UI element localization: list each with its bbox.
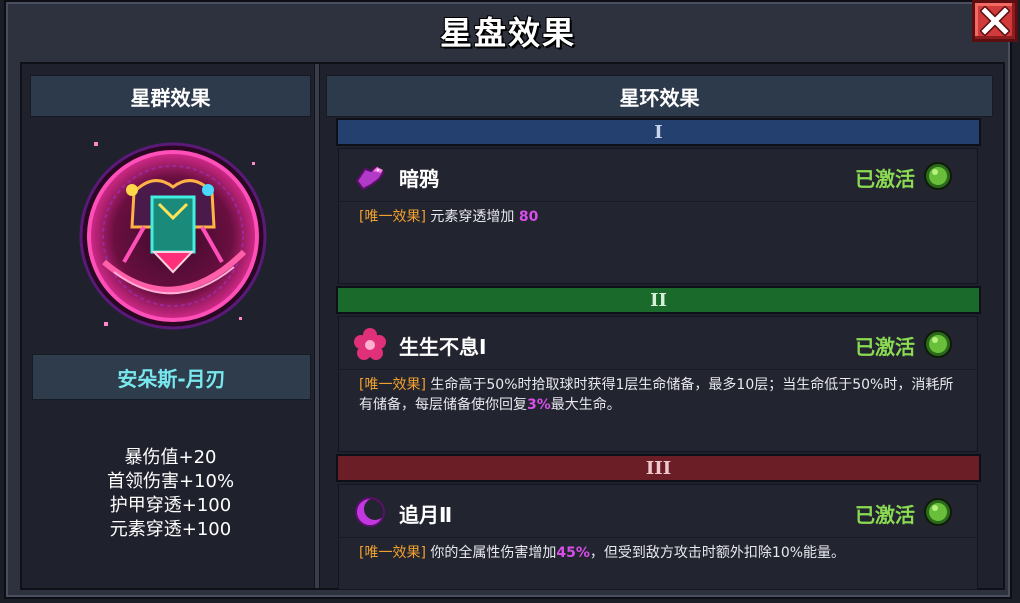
effect-card-header: 生生不息Ⅰ 已激活 [339, 317, 977, 370]
close-x-icon [980, 6, 1010, 36]
effect-status: 已激活 [855, 167, 915, 191]
effect-name: 追月Ⅱ [399, 503, 453, 527]
desc-text: 元素穿透增加 [425, 209, 519, 225]
desc-text: 最大生命。 [550, 397, 621, 413]
effect-card-header: 暗鸦 已激活 [339, 149, 977, 202]
unique-effect-tag: [唯一效果] [359, 209, 426, 225]
desc-text: 生命高于50%时拾取球时获得1层生命储备，最多10层；当生命低于50%时，消耗所… [359, 377, 954, 413]
crow-icon [355, 165, 385, 191]
tier-3-bar: III [336, 454, 981, 482]
effect-status: 已激活 [855, 335, 915, 359]
constellation-effect-header: 星群效果 [30, 75, 311, 117]
effect-card-tier-1: 暗鸦 已激活 [唯一效果] 元素穿透增加 80 [338, 148, 978, 284]
desc-text: ，但受到敌方攻击时额外扣除10%能量。 [589, 545, 846, 561]
constellation-emblem-icon [79, 142, 267, 330]
effect-name: 暗鸦 [399, 167, 439, 191]
effect-card-tier-3: 追月Ⅱ 已激活 [唯一效果] 你的全属性伤害增加45%，但受到敌方攻击时额外扣除… [338, 484, 978, 590]
active-gem-icon [924, 162, 952, 190]
desc-highlight: 45% [556, 545, 590, 561]
tier-1-bar: I [336, 118, 981, 146]
constellation-stats: 暴伤值+20 首领伤害+10% 护甲穿透+100 元素穿透+100 [32, 446, 309, 542]
close-button[interactable] [972, 0, 1018, 42]
flower-icon [354, 328, 386, 360]
stat-line: 首领伤害+10% [106, 471, 235, 492]
dialog-title-bar: 星盘效果 [8, 4, 1008, 58]
desc-highlight: 80 [518, 209, 539, 225]
panel-divider [314, 64, 320, 588]
dialog-title: 星盘效果 [439, 14, 576, 52]
effect-description: [唯一效果] 你的全属性伤害增加45%，但受到敌方攻击时额外扣除10%能量。 [359, 543, 959, 563]
stat-line: 暴伤值+20 [124, 447, 217, 468]
active-gem-icon [924, 330, 952, 358]
unique-effect-tag: [唯一效果] [359, 377, 426, 393]
desc-highlight: 3% [527, 397, 551, 413]
ring-effect-header: 星环效果 [326, 75, 993, 117]
effect-description: [唯一效果] 生命高于50%时拾取球时获得1层生命储备，最多10层；当生命低于5… [359, 375, 959, 415]
effect-card-header: 追月Ⅱ 已激活 [339, 485, 977, 538]
constellation-name-plate: 安朵斯-月刃 [32, 354, 311, 400]
stat-line: 护甲穿透+100 [109, 495, 232, 516]
effect-card-tier-2: 生生不息Ⅰ 已激活 [唯一效果] 生命高于50%时拾取球时获得1层生命储备，最多… [338, 316, 978, 452]
effect-description: [唯一效果] 元素穿透增加 80 [359, 207, 959, 227]
active-gem-icon [924, 498, 952, 526]
crescent-moon-icon [355, 497, 386, 527]
effect-status: 已激活 [855, 503, 915, 527]
stat-line: 元素穿透+100 [109, 519, 232, 540]
desc-text: 你的全属性伤害增加 [425, 545, 557, 561]
effect-name: 生生不息Ⅰ [399, 335, 487, 359]
tier-2-bar: II [336, 286, 981, 314]
unique-effect-tag: [唯一效果] [359, 545, 426, 561]
